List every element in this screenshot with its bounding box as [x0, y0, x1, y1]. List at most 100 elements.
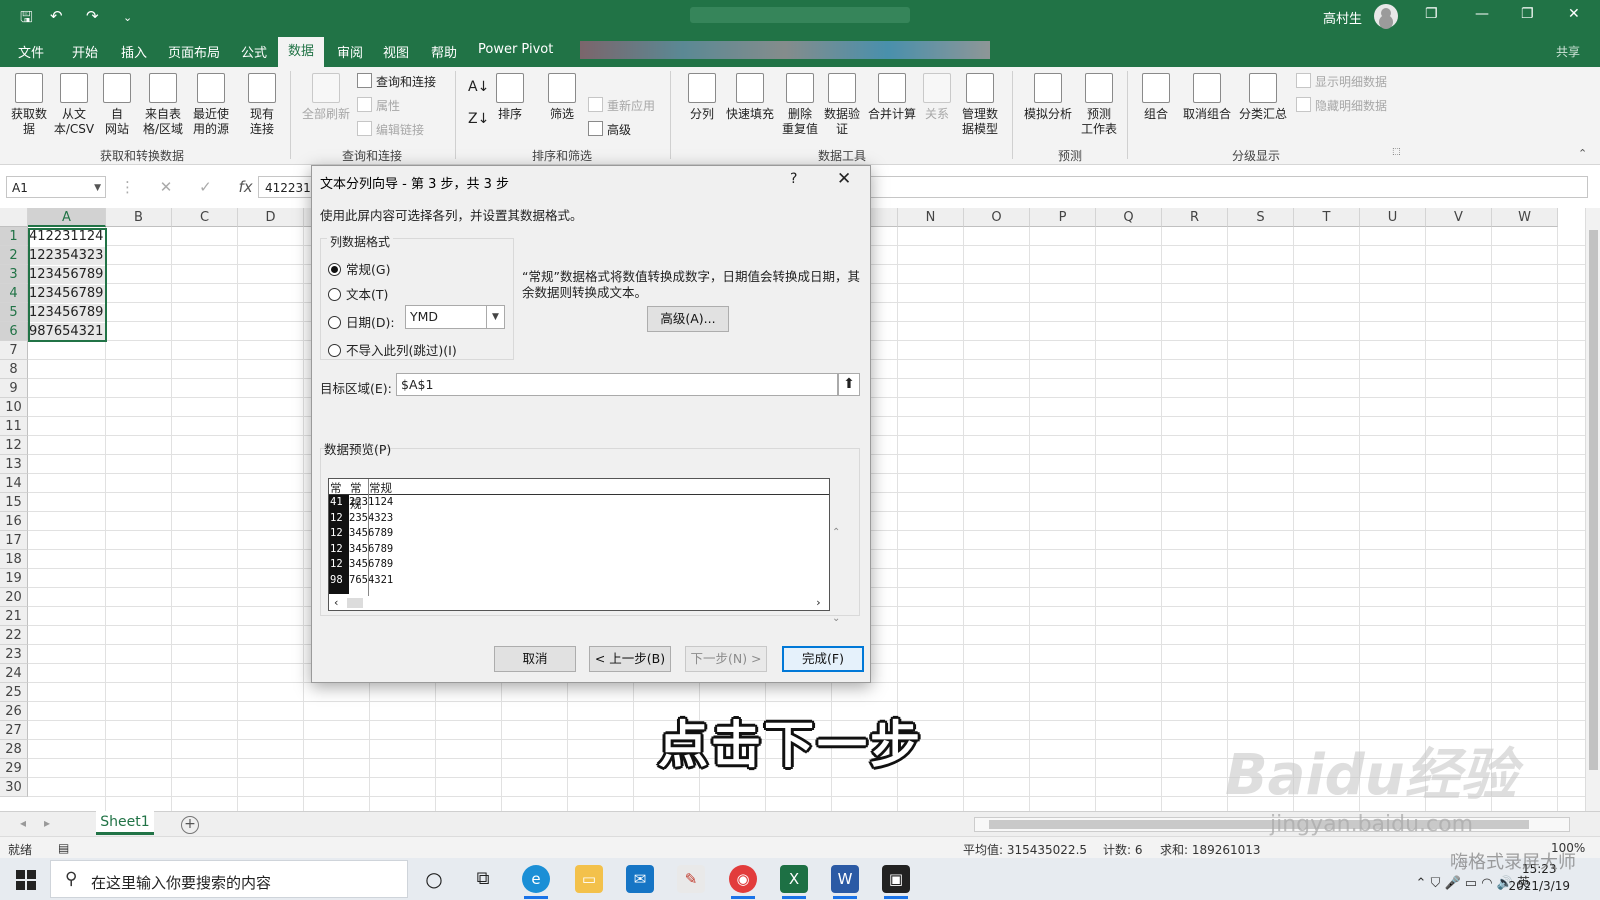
cortana-icon[interactable]: ○	[420, 865, 448, 893]
avatar[interactable]	[1374, 4, 1398, 28]
maximize-icon[interactable]: ❐	[1521, 6, 1534, 22]
scroll-thumb[interactable]	[1589, 230, 1598, 770]
ribbon-display-icon[interactable]: ❐	[1425, 6, 1438, 22]
preview-col-header[interactable]: 常规	[369, 480, 392, 496]
row-header[interactable]: 27	[0, 721, 28, 740]
row-header[interactable]: 24	[0, 664, 28, 683]
row-header[interactable]: 30	[0, 778, 28, 797]
advanced-filter-button[interactable]: 高级	[588, 121, 631, 138]
refresh-all-button[interactable]: 全部刷新	[298, 73, 354, 122]
undo-icon[interactable]: ↶	[50, 7, 63, 25]
show-detail-button[interactable]: 显示明细数据	[1296, 73, 1387, 90]
mail-icon[interactable]: ✉	[626, 865, 654, 893]
column-header[interactable]: U	[1360, 208, 1426, 227]
column-header[interactable]: T	[1294, 208, 1360, 227]
relationships-button[interactable]: 关系	[922, 73, 952, 122]
sheet-tab-sheet1[interactable]: Sheet1	[96, 811, 154, 835]
row-header[interactable]: 12	[0, 436, 28, 455]
radio-dot[interactable]	[328, 316, 341, 329]
forecast-sheet-button[interactable]: 预测 工作表	[1078, 73, 1120, 137]
edge-icon[interactable]: e	[522, 865, 550, 899]
radio-date[interactable]: 日期(D):	[328, 312, 395, 331]
filter-button[interactable]: 筛选	[544, 73, 580, 122]
outline-settings-icon[interactable]: ⬚	[1392, 147, 1401, 157]
scroll-thumb[interactable]	[347, 598, 363, 608]
row-header[interactable]: 3	[0, 265, 28, 284]
edit-links-button[interactable]: 编辑链接	[357, 121, 424, 138]
scroll-right-icon[interactable]: ›	[815, 596, 822, 609]
radio-text[interactable]: 文本(T)	[328, 284, 388, 303]
radio-general[interactable]: 常规(G)	[328, 259, 390, 278]
column-header[interactable]: N	[898, 208, 964, 227]
collapse-dialog-icon[interactable]: ⬆	[838, 373, 860, 396]
from-csv-button[interactable]: 从文 本/CSV	[52, 73, 96, 137]
properties-button[interactable]: 属性	[357, 97, 400, 114]
column-header[interactable]: B	[106, 208, 172, 227]
task-view-icon[interactable]: ⧉	[469, 865, 497, 893]
column-header[interactable]: S	[1228, 208, 1294, 227]
paint-icon[interactable]: ✎	[677, 865, 705, 893]
consolidate-button[interactable]: 合并计算	[866, 73, 918, 122]
netease-music-icon[interactable]: ◉	[729, 865, 757, 899]
row-header[interactable]: 8	[0, 360, 28, 379]
user-name[interactable]: 高村生	[1323, 8, 1362, 27]
data-validation-button[interactable]: 数据验 证	[822, 73, 862, 137]
advanced-button[interactable]: 高级(A)...	[647, 306, 729, 332]
radio-dot[interactable]	[328, 288, 341, 301]
chevron-down-icon[interactable]: ▼	[486, 306, 504, 328]
radio-skip[interactable]: 不导入此列(跳过)(I)	[328, 340, 457, 359]
save-icon[interactable]: 🖫	[20, 7, 33, 32]
cancel-icon[interactable]: ✕	[160, 178, 173, 196]
next-button[interactable]: 下一步(N) >	[685, 646, 767, 672]
chevron-down-icon[interactable]: ▼	[94, 177, 101, 199]
screen-recorder-icon[interactable]: ▣	[882, 865, 910, 899]
name-box[interactable]: A1 ▼	[6, 176, 106, 198]
file-explorer-icon[interactable]: ▭	[575, 865, 603, 893]
row-header[interactable]: 26	[0, 702, 28, 721]
close-icon[interactable]: ✕	[837, 169, 851, 189]
share-button[interactable]: 共享	[1556, 43, 1580, 60]
tab-data[interactable]: 数据	[278, 37, 325, 67]
scroll-left-icon[interactable]: ‹	[333, 596, 340, 609]
radio-dot[interactable]	[328, 344, 341, 357]
tab-insert[interactable]: 插入	[121, 42, 147, 61]
column-header[interactable]: C	[172, 208, 238, 227]
subtotal-button[interactable]: 分类汇总	[1236, 73, 1290, 122]
macro-record-icon[interactable]: ▤	[58, 841, 69, 855]
row-header[interactable]: 19	[0, 569, 28, 588]
flash-fill-button[interactable]: 快速填充	[724, 73, 776, 122]
tab-review[interactable]: 审阅	[337, 42, 363, 61]
windows-start-icon[interactable]	[16, 870, 36, 890]
back-button[interactable]: < 上一步(B)	[589, 646, 671, 672]
row-header[interactable]: 2	[0, 246, 28, 265]
data-model-button[interactable]: 管理数 据模型	[958, 73, 1002, 137]
row-header[interactable]: 16	[0, 512, 28, 531]
prev-sheet-icon[interactable]: ◂	[20, 816, 26, 830]
tab-formulas[interactable]: 公式	[241, 42, 267, 61]
preview-hscroll[interactable]: ‹ ›	[329, 596, 829, 610]
excel-icon[interactable]: X	[780, 865, 808, 899]
column-header[interactable]: P	[1030, 208, 1096, 227]
next-sheet-icon[interactable]: ▸	[44, 816, 50, 830]
column-header[interactable]: V	[1426, 208, 1492, 227]
sort-desc-icon[interactable]: Z↓	[468, 111, 489, 127]
queries-connections-button[interactable]: 查询和连接	[357, 73, 436, 90]
row-header[interactable]: 9	[0, 379, 28, 398]
minimize-icon[interactable]: —	[1475, 6, 1489, 22]
row-header[interactable]: 15	[0, 493, 28, 512]
ungroup-button[interactable]: 取消组合	[1180, 73, 1234, 122]
column-header[interactable]: A	[28, 208, 106, 227]
row-header[interactable]: 20	[0, 588, 28, 607]
tab-page-layout[interactable]: 页面布局	[168, 42, 220, 61]
row-header[interactable]: 6	[0, 322, 28, 341]
preview-vscroll[interactable]: ⌃ ⌄	[832, 490, 840, 662]
enter-icon[interactable]: ✓	[199, 178, 212, 196]
customize-qa-icon[interactable]: ⌄	[123, 11, 132, 24]
finish-button[interactable]: 完成(F)	[782, 646, 864, 672]
row-header[interactable]: 14	[0, 474, 28, 493]
taskbar-search[interactable]: ⚲ 在这里输入你要搜索的内容	[50, 860, 408, 898]
vertical-scrollbar[interactable]	[1585, 208, 1600, 811]
hide-detail-button[interactable]: 隐藏明细数据	[1296, 97, 1387, 114]
recent-sources-button[interactable]: 最近使 用的源	[188, 73, 234, 137]
redo-icon[interactable]: ↷	[86, 7, 99, 25]
